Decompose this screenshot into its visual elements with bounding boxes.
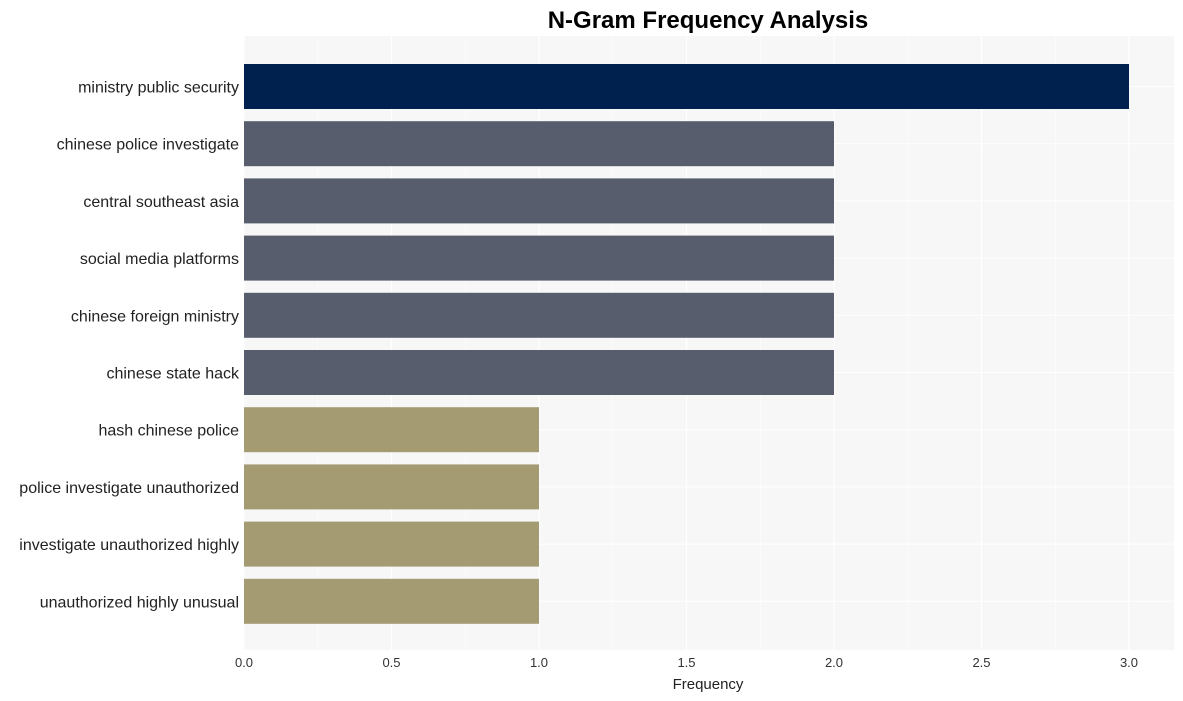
chart: ministry public security chinese police i…: [19, 7, 1174, 693]
x-axis-label: Frequency: [673, 676, 744, 693]
x-tick-label: 1.5: [677, 655, 695, 670]
x-tick-label: 2.5: [972, 655, 990, 670]
x-tick-label: 3.0: [1120, 655, 1138, 670]
y-tick-label: chinese foreign ministry: [71, 308, 239, 325]
y-tick-label: investigate unauthorized highly: [19, 537, 239, 554]
y-tick-label: hash chinese police: [98, 423, 239, 440]
x-tick-label: 1.0: [530, 655, 548, 670]
bar: [244, 464, 539, 510]
chart-title: N-Gram Frequency Analysis: [548, 7, 869, 34]
y-tick-label: unauthorized highly unusual: [40, 594, 239, 611]
y-tick-label: ministry public security: [78, 80, 239, 97]
bar: [244, 292, 834, 338]
bar: [244, 407, 539, 453]
x-tick-label: 0.5: [382, 655, 400, 670]
y-tick-label: police investigate unauthorized: [19, 480, 239, 497]
x-tick-label: 0.0: [235, 655, 253, 670]
y-tick-label: chinese state hack: [106, 366, 240, 383]
x-axis-ticks: 0.0 0.5 1.0 1.5 2.0 2.5 3.0: [235, 655, 1138, 670]
bar: [244, 235, 834, 281]
y-tick-label: central southeast asia: [83, 194, 239, 211]
bar: [244, 64, 1129, 109]
bar: [244, 178, 834, 224]
y-tick-label: chinese police investigate: [57, 137, 239, 154]
bar: [244, 121, 834, 167]
y-axis-labels: ministry public security chinese police i…: [19, 80, 240, 612]
bar: [244, 578, 539, 624]
bar: [244, 521, 539, 567]
x-tick-label: 2.0: [825, 655, 843, 670]
y-tick-label: social media platforms: [80, 251, 239, 268]
bar: [244, 350, 834, 395]
